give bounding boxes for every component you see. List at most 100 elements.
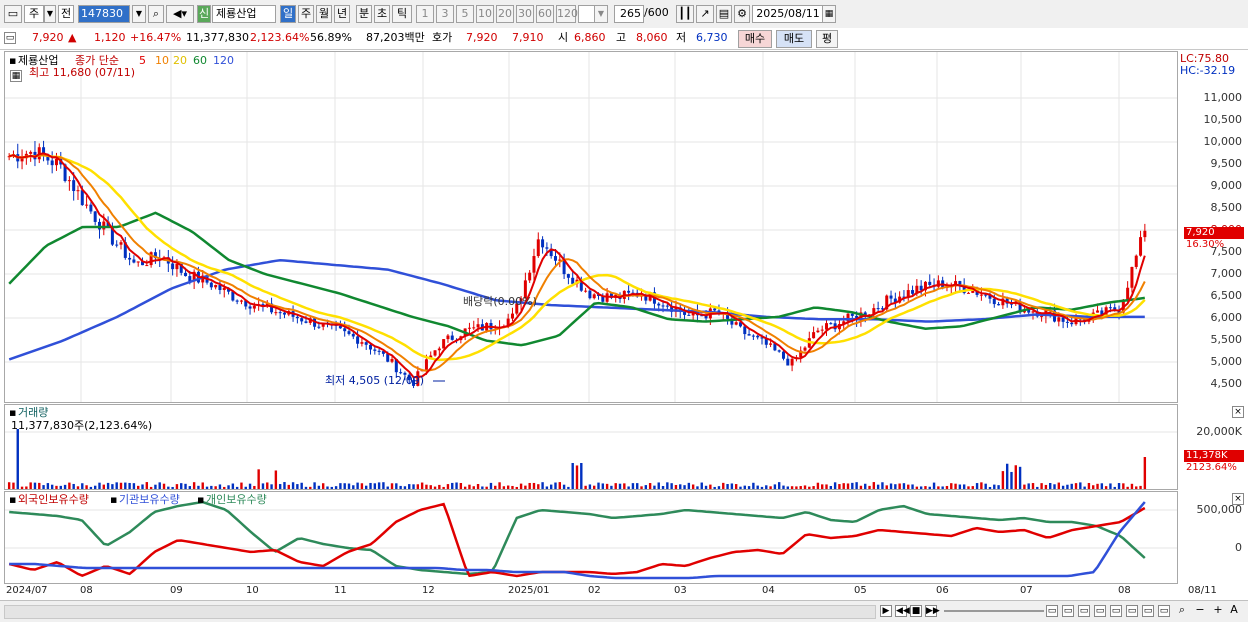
candle-body (115, 244, 119, 246)
candle-body (713, 308, 717, 311)
calendar-icon[interactable]: ▦ (822, 5, 836, 23)
interval-5[interactable]: 5 (456, 5, 474, 23)
stock-code-input[interactable]: 147830 (78, 5, 130, 23)
x-label: 12 (422, 585, 435, 596)
volume-bar (515, 486, 518, 489)
zoom-slider[interactable] (944, 610, 1044, 612)
search-icon[interactable]: ⌕ (148, 5, 164, 23)
layout-7-icon[interactable]: ▭ (1142, 605, 1154, 617)
y-tick: 11,000 (1203, 91, 1243, 104)
quote-menu-icon[interactable]: ▭ (4, 32, 16, 44)
candle-body (209, 282, 213, 288)
market-select[interactable]: 주 (24, 5, 44, 23)
candle-icon[interactable]: ┃┃ (676, 5, 694, 23)
interval-30[interactable]: 30 (516, 5, 534, 23)
calculator-icon[interactable]: ▦ (10, 70, 22, 82)
tab-day[interactable]: 일 (280, 5, 296, 23)
volume-bar (984, 483, 987, 489)
volume-bar (167, 486, 170, 489)
speaker-icon[interactable]: ◀▾ (166, 5, 194, 23)
stop-icon[interactable]: ■ (910, 605, 922, 617)
volume-bar (25, 486, 28, 489)
volume-bar (205, 486, 209, 489)
volume-panel[interactable]: ▪ 거래량 11,377,830주(2,123.64%) (4, 404, 1178, 490)
code-dropdown-icon[interactable]: ▼ (132, 5, 146, 23)
interval-20[interactable]: 20 (496, 5, 514, 23)
rewind-icon[interactable]: ◀◀ (895, 605, 910, 617)
layout-6-icon[interactable]: ▭ (1126, 605, 1138, 617)
fast-forward-icon[interactable]: ▶▶ (925, 605, 940, 617)
candle-body (825, 323, 829, 330)
close-icon[interactable]: × (1232, 406, 1244, 418)
save-icon[interactable]: ▤ (716, 5, 732, 23)
interval-120[interactable]: 120 (556, 5, 578, 23)
font-size-icon[interactable]: A (1228, 604, 1240, 617)
layout-icon[interactable]: ▭ (4, 5, 22, 23)
layout-1-icon[interactable]: ▭ (1046, 605, 1058, 617)
interval-3[interactable]: 3 (436, 5, 454, 23)
candle-body (734, 322, 738, 325)
volume-bar (717, 486, 721, 489)
buy-button[interactable]: 매수 (738, 30, 772, 48)
tab-year[interactable]: 년 (334, 5, 350, 23)
interval-10[interactable]: 10 (476, 5, 494, 23)
volume-bar (524, 485, 527, 489)
scroll-right-icon[interactable]: ▶ (880, 605, 892, 617)
volume-bar (627, 486, 630, 489)
magnifier-icon[interactable]: ⌕ (1176, 604, 1188, 617)
tab-month[interactable]: 월 (316, 5, 332, 23)
volume-bar (29, 482, 32, 489)
price-axis[interactable]: LC:75.80 HC:-32.19 11,000 10,500 10,000 … (1180, 51, 1248, 403)
date-input[interactable]: 2025/08/11 (752, 5, 824, 23)
zoom-in-icon[interactable]: + (1212, 604, 1224, 617)
layout-4-icon[interactable]: ▭ (1094, 605, 1106, 617)
layout-8-icon[interactable]: ▭ (1158, 605, 1170, 617)
volume-bar (214, 486, 217, 489)
volume-bar (184, 483, 187, 489)
interval-60[interactable]: 60 (536, 5, 554, 23)
y-tick: 4,500 (1210, 377, 1243, 390)
candle-body (214, 285, 218, 288)
gear-icon[interactable]: ⚙ (734, 5, 750, 23)
candle-body (72, 180, 76, 192)
compare-icon[interactable]: ↗ (696, 5, 714, 23)
candle-body (274, 312, 278, 314)
tab-minute[interactable]: 분 (356, 5, 372, 23)
volume-bar (846, 483, 850, 489)
close-icon[interactable]: × (1232, 493, 1244, 505)
current-price: 7,920 (32, 31, 64, 44)
candle-body (93, 211, 97, 222)
panel-menu-icon: ▪ (9, 54, 17, 67)
avg-button[interactable]: 평 (816, 30, 838, 48)
tab-second[interactable]: 초 (374, 5, 390, 23)
tab-tick[interactable]: 틱 (392, 5, 412, 23)
volume-bar (1053, 484, 1056, 489)
layout-2-icon[interactable]: ▭ (1062, 605, 1074, 617)
volume-bar (954, 483, 957, 489)
candle-body (816, 330, 820, 333)
sell-button[interactable]: 매도 (776, 30, 812, 48)
candle-body (222, 287, 226, 290)
chevron-down-icon[interactable]: ▼ (44, 5, 56, 23)
institution-legend: 기관보유수량 (119, 493, 180, 506)
interval-dropdown-icon[interactable]: ▼ (594, 5, 608, 23)
foreign-legend: 외국인보유수량 (18, 493, 89, 506)
volume-bar (722, 482, 725, 489)
volume-bar (773, 484, 777, 489)
holding-panel[interactable]: ▪ 외국인보유수량 ▪ 기관보유수량 ▪ 개인보유수량 (4, 491, 1178, 584)
zoom-out-icon[interactable]: − (1194, 604, 1206, 617)
candle-body (442, 339, 446, 349)
volume-bar (945, 485, 949, 489)
layout-5-icon[interactable]: ▭ (1110, 605, 1122, 617)
volume-bar (1079, 482, 1082, 489)
interval-1[interactable]: 1 (416, 5, 434, 23)
count-input[interactable]: 265 (614, 5, 644, 23)
price-panel[interactable]: ▪ 제룡산업 종가 단순 5 10 20 60 120 최고 11,680 (0… (4, 51, 1178, 403)
layout-3-icon[interactable]: ▭ (1078, 605, 1090, 617)
candle-body (171, 263, 175, 270)
horizontal-scrollbar[interactable] (4, 605, 876, 619)
volume-bar (20, 486, 24, 489)
volume-bar (248, 483, 252, 489)
tab-week[interactable]: 주 (298, 5, 314, 23)
volume-bar (442, 486, 445, 489)
